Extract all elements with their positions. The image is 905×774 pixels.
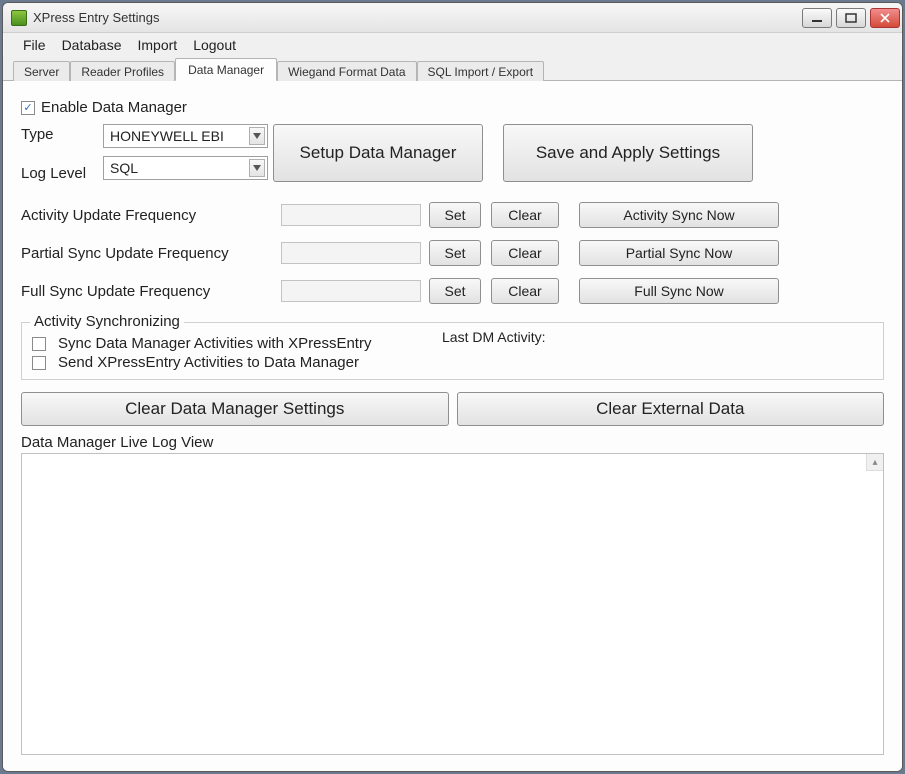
- full-frequency-label: Full Sync Update Frequency: [21, 283, 281, 300]
- menu-file[interactable]: File: [23, 37, 46, 53]
- partial-frequency-input[interactable]: [281, 242, 421, 264]
- menu-import[interactable]: Import: [138, 37, 178, 53]
- menubar: File Database Import Logout: [3, 33, 902, 57]
- titlebar: XPress Entry Settings: [3, 3, 902, 33]
- config-row: Type Log Level HONEYWELL EBI SQL: [21, 124, 892, 184]
- chevron-down-icon: [249, 159, 265, 177]
- type-dropdown[interactable]: HONEYWELL EBI: [103, 124, 268, 148]
- tab-reader-profiles[interactable]: Reader Profiles: [70, 61, 175, 81]
- full-frequency-input[interactable]: [281, 280, 421, 302]
- log-view-textarea[interactable]: ▴: [21, 453, 884, 755]
- menu-logout[interactable]: Logout: [193, 37, 236, 53]
- app-icon: [11, 10, 27, 26]
- activity-clear-button[interactable]: Clear: [491, 202, 559, 228]
- type-value: HONEYWELL EBI: [110, 128, 224, 144]
- full-clear-button[interactable]: Clear: [491, 278, 559, 304]
- close-icon: [879, 13, 891, 23]
- minimize-button[interactable]: [802, 8, 832, 28]
- clear-data-manager-settings-button[interactable]: Clear Data Manager Settings: [21, 392, 449, 426]
- sync-dm-to-xpressentry-checkbox[interactable]: [32, 337, 46, 351]
- maximize-button[interactable]: [836, 8, 866, 28]
- loglevel-label: Log Level: [21, 165, 103, 182]
- save-apply-settings-button[interactable]: Save and Apply Settings: [503, 124, 753, 182]
- maximize-icon: [845, 13, 857, 23]
- activity-frequency-input[interactable]: [281, 204, 421, 226]
- tab-data-manager[interactable]: Data Manager: [175, 58, 277, 81]
- last-dm-activity-label: Last DM Activity:: [442, 329, 545, 345]
- partial-sync-now-button[interactable]: Partial Sync Now: [579, 240, 779, 266]
- save-apply-settings-label: Save and Apply Settings: [536, 143, 720, 163]
- partial-frequency-row: Partial Sync Update Frequency Set Clear …: [21, 240, 884, 266]
- close-button[interactable]: [870, 8, 900, 28]
- frequency-block: Activity Update Frequency Set Clear Acti…: [21, 202, 884, 304]
- app-window: XPress Entry Settings File Database Impo…: [2, 2, 903, 772]
- partial-clear-button[interactable]: Clear: [491, 240, 559, 266]
- activity-frequency-row: Activity Update Frequency Set Clear Acti…: [21, 202, 884, 228]
- clear-buttons-row: Clear Data Manager Settings Clear Extern…: [21, 392, 884, 426]
- send-xpressentry-to-dm-checkbox[interactable]: [32, 356, 46, 370]
- type-label: Type: [21, 126, 103, 143]
- full-set-button[interactable]: Set: [429, 278, 481, 304]
- tab-content-data-manager: ✓ Enable Data Manager Type Log Level HON…: [3, 81, 902, 771]
- minimize-icon: [811, 13, 823, 23]
- enable-data-manager-label: Enable Data Manager: [41, 99, 187, 116]
- setup-data-manager-button[interactable]: Setup Data Manager: [273, 124, 483, 182]
- window-title: XPress Entry Settings: [33, 10, 796, 25]
- partial-frequency-label: Partial Sync Update Frequency: [21, 245, 281, 262]
- sync-opt1-label: Sync Data Manager Activities with XPress…: [58, 335, 371, 352]
- activity-synchronizing-group: Activity Synchronizing Last DM Activity:…: [21, 322, 884, 380]
- window-controls: [802, 8, 900, 28]
- partial-set-button[interactable]: Set: [429, 240, 481, 266]
- menu-database[interactable]: Database: [62, 37, 122, 53]
- tab-sql-import-export[interactable]: SQL Import / Export: [417, 61, 545, 81]
- scroll-up-icon[interactable]: ▴: [866, 454, 883, 471]
- loglevel-dropdown[interactable]: SQL: [103, 156, 268, 180]
- clear-external-data-button[interactable]: Clear External Data: [457, 392, 885, 426]
- enable-data-manager-checkbox[interactable]: ✓: [21, 101, 35, 115]
- full-frequency-row: Full Sync Update Frequency Set Clear Ful…: [21, 278, 884, 304]
- sync-opt2-label: Send XPressEntry Activities to Data Mana…: [58, 354, 359, 371]
- activity-set-button[interactable]: Set: [429, 202, 481, 228]
- config-labels: Type Log Level: [21, 124, 103, 184]
- setup-data-manager-label: Setup Data Manager: [300, 143, 457, 163]
- tab-server[interactable]: Server: [13, 61, 70, 81]
- enable-row: ✓ Enable Data Manager: [21, 99, 892, 116]
- chevron-down-icon: [249, 127, 265, 145]
- tab-bar: Server Reader Profiles Data Manager Wieg…: [3, 57, 902, 81]
- full-sync-now-button[interactable]: Full Sync Now: [579, 278, 779, 304]
- activity-synchronizing-title: Activity Synchronizing: [30, 313, 184, 330]
- dropdown-col: HONEYWELL EBI SQL: [103, 124, 273, 184]
- sync-opt2-row: Send XPressEntry Activities to Data Mana…: [32, 354, 873, 371]
- tab-wiegand[interactable]: Wiegand Format Data: [277, 61, 416, 81]
- activity-sync-now-button[interactable]: Activity Sync Now: [579, 202, 779, 228]
- loglevel-value: SQL: [110, 160, 138, 176]
- activity-frequency-label: Activity Update Frequency: [21, 207, 281, 224]
- log-view-label: Data Manager Live Log View: [21, 434, 884, 451]
